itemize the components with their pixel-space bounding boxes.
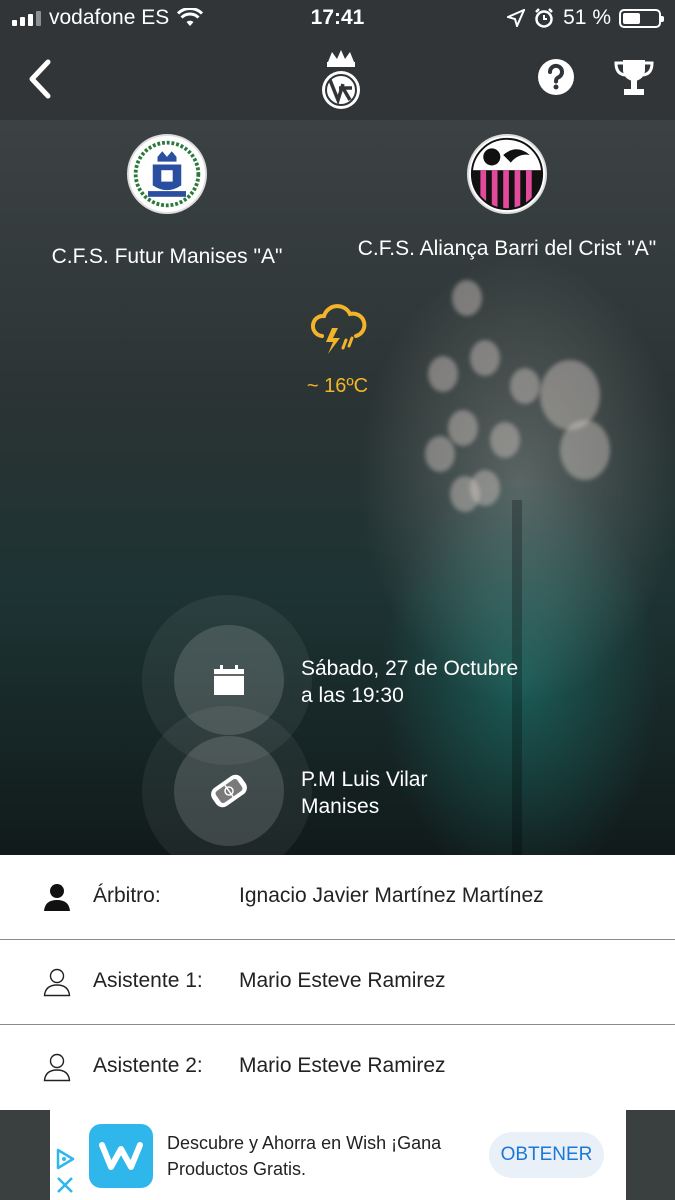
home-team-crest [127, 134, 207, 214]
battery-icon [619, 8, 664, 28]
official-assistant-2: Asistente 2: Mario Esteve Ramirez [0, 1025, 675, 1110]
official-referee: Árbitro: Ignacio Javier Martínez Martíne… [0, 855, 675, 940]
weather: ~ 16ºC [300, 302, 375, 398]
calendar-icon [214, 665, 244, 695]
help-icon[interactable] [537, 58, 575, 96]
ad-cta-button[interactable]: OBTENER [489, 1132, 604, 1178]
temperature: ~ 16ºC [306, 375, 369, 397]
venue-name: P.M Luis Vilar [301, 768, 428, 791]
venue-button[interactable] [174, 736, 284, 846]
person-filled-icon [44, 884, 70, 911]
thunderstorm-cloud-icon [310, 304, 366, 354]
trophy-icon[interactable] [612, 56, 656, 100]
match-hero: C.F.S. Futur Manises "A" C.F.S. Aliança … [0, 120, 675, 855]
official-name: Mario Esteve Ramirez [239, 969, 446, 992]
away-team-name: C.F.S. Aliança Barri del Crist "A" [357, 237, 657, 260]
official-name: Ignacio Javier Martínez Martínez [239, 884, 544, 907]
match-venue: P.M Luis Vilar Manises [301, 766, 427, 820]
person-outline-icon [43, 1053, 71, 1082]
official-name: Mario Esteve Ramirez [239, 1054, 446, 1077]
away-team-crest [467, 134, 547, 214]
back-arrow-icon[interactable] [22, 54, 62, 104]
ad-banner-container: Descubre y Ahorra en Wish ¡Gana Producto… [0, 1110, 675, 1200]
ad-text: Descubre y Ahorra en Wish ¡Gana Producto… [167, 1133, 442, 1179]
official-role: Árbitro: [93, 884, 161, 907]
match-datetime: Sábado, 27 de Octubre a las 19:30 [301, 655, 518, 709]
venue-row: P.M Luis Vilar Manises [0, 706, 675, 855]
officials-list: Árbitro: Ignacio Javier Martínez Martíne… [0, 855, 675, 1110]
status-bar: vodafone ES 17:41 51 % [0, 0, 675, 40]
official-role: Asistente 2: [93, 1054, 203, 1077]
ad-banner[interactable]: Descubre y Ahorra en Wish ¡Gana Producto… [50, 1110, 626, 1200]
federation-logo [322, 50, 360, 109]
home-team-name: C.F.S. Futur Manises "A" [51, 245, 283, 268]
away-team: C.F.S. Aliança Barri del Crist "A" [342, 134, 672, 262]
wish-app-icon[interactable] [89, 1124, 153, 1188]
date-row: Sábado, 27 de Octubre a las 19:30 [0, 595, 675, 765]
wish-logo-icon [99, 1142, 143, 1170]
status-right: 51 % [507, 6, 664, 30]
official-assistant-1: Asistente 1: Mario Esteve Ramirez [0, 940, 675, 1025]
close-icon[interactable] [54, 1174, 76, 1196]
location-arrow-icon [507, 9, 526, 27]
home-team: C.F.S. Futur Manises "A" [2, 134, 332, 270]
nav-bar [0, 40, 675, 120]
official-role: Asistente 1: [93, 969, 203, 992]
adchoices-icon[interactable] [54, 1148, 76, 1170]
person-outline-icon [43, 968, 71, 997]
stadium-icon [211, 774, 247, 808]
venue-city: Manises [301, 795, 380, 818]
match-date: Sábado, 27 de Octubre [301, 657, 519, 680]
alarm-icon [535, 8, 554, 28]
battery-percent: 51 % [563, 6, 611, 29]
match-time: a las 19:30 [301, 684, 404, 707]
